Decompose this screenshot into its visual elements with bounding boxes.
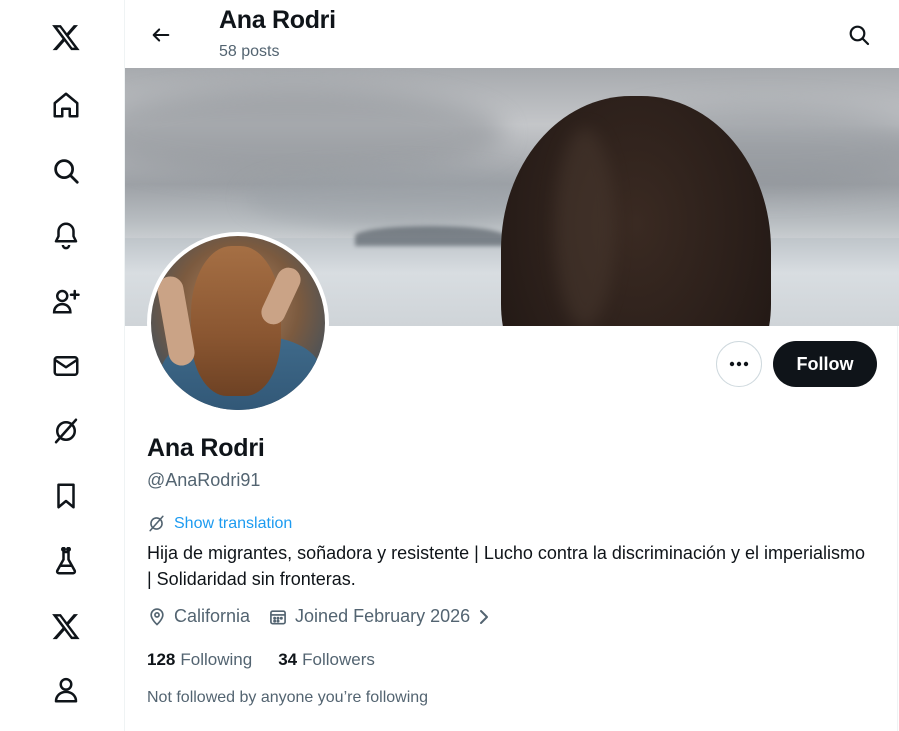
more-dots-icon	[729, 361, 749, 367]
following-link[interactable]: 128 Following	[147, 650, 252, 670]
following-label: Following	[180, 650, 253, 669]
profile-person-icon[interactable]	[44, 668, 88, 712]
profile-meta: California Joined February 2026	[147, 606, 491, 627]
header-title: Ana Rodri	[219, 6, 336, 34]
show-translation-label: Show translation	[174, 514, 293, 532]
follow-counts: 128 Following 34 Followers	[147, 650, 401, 670]
avatar[interactable]	[147, 232, 329, 414]
search-icon[interactable]	[44, 149, 88, 193]
x-logo-icon[interactable]	[44, 15, 88, 59]
chevron-right-icon	[480, 609, 489, 624]
joined-date-item[interactable]: Joined February 2026	[268, 606, 491, 627]
more-options-button[interactable]	[716, 341, 762, 387]
follow-people-icon[interactable]	[44, 279, 88, 323]
following-count: 128	[147, 650, 176, 669]
bookmarks-icon[interactable]	[44, 474, 88, 518]
profile-display-name: Ana Rodri	[147, 434, 265, 462]
grok-slash-icon[interactable]	[44, 409, 88, 453]
notifications-bell-icon[interactable]	[44, 213, 88, 257]
followers-label: Followers	[302, 650, 375, 669]
home-icon[interactable]	[44, 83, 88, 127]
calendar-icon	[270, 609, 286, 624]
joined-text: Joined February 2026	[295, 606, 471, 626]
header-post-count: 58 posts	[219, 43, 280, 60]
mutual-followers-text: Not followed by anyone you’re following	[147, 689, 429, 706]
followers-count: 34	[278, 650, 298, 669]
location-pin-icon	[150, 607, 164, 626]
location-item: California	[147, 606, 250, 627]
profile-main-column: Ana Rodri 58 posts Follow Ana Rodri @Ana…	[124, 0, 899, 731]
followers-link[interactable]: 34 Followers	[278, 650, 375, 670]
grok-slash-icon	[149, 515, 164, 532]
left-nav	[0, 0, 124, 731]
messages-envelope-icon[interactable]	[44, 344, 88, 388]
labs-flask-icon[interactable]	[44, 540, 88, 584]
show-translation-link[interactable]: Show translation	[147, 514, 292, 533]
profile-bio: Hija de migrantes, soñadora y resistente…	[147, 543, 865, 589]
profile-header-bar: Ana Rodri 58 posts	[125, 0, 899, 68]
location-text: California	[174, 606, 251, 626]
profile-handle: @AnaRodri91	[147, 470, 261, 490]
follow-button[interactable]: Follow	[773, 341, 877, 387]
search-profile-icon[interactable]	[841, 17, 877, 53]
back-arrow-icon[interactable]	[143, 17, 179, 53]
premium-x-icon[interactable]	[44, 604, 88, 648]
